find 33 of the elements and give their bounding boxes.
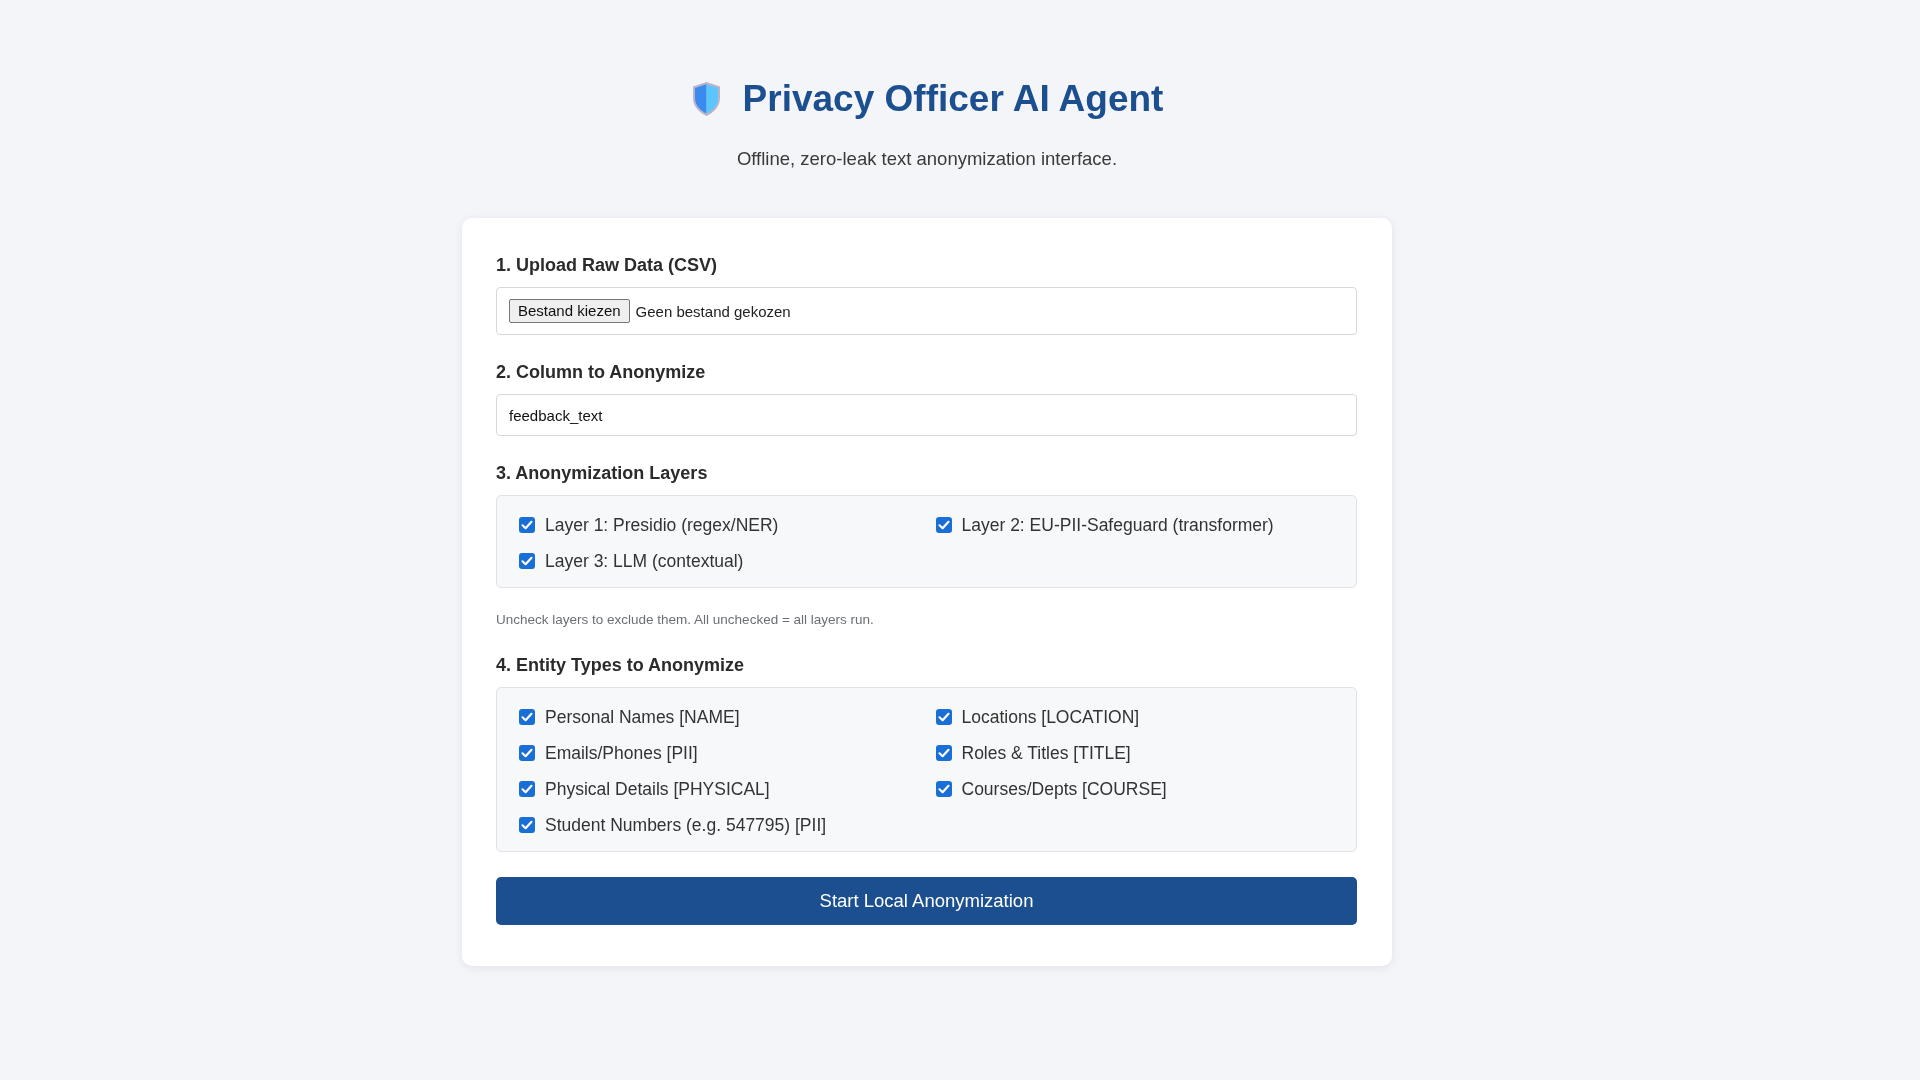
file-status-text: Geen bestand gekozen (635, 302, 791, 320)
checkbox[interactable] (935, 745, 952, 761)
checkbox[interactable] (519, 781, 535, 797)
checkbox-label: Layer 3: LLM (contextual) (545, 550, 744, 572)
checkbox[interactable] (519, 553, 535, 569)
checkbox[interactable] (519, 745, 535, 761)
checkbox[interactable] (519, 709, 535, 725)
checkbox-label: Physical Details [PHYSICAL] (545, 778, 770, 800)
checkbox[interactable] (935, 517, 952, 533)
checkbox-label: Student Numbers (e.g. 547795) [PII] (545, 814, 827, 836)
checkbox[interactable] (935, 781, 952, 797)
checkbox[interactable] (519, 817, 535, 833)
shield-icon (690, 81, 722, 117)
section-label: 3. Anonymization Layers (496, 463, 708, 483)
page-title: Privacy Officer AI Agent (742, 77, 1164, 121)
section-label: 4. Entity Types to Anonymize (496, 655, 745, 675)
checkbox-label: Courses/Depts [COURSE] (961, 778, 1167, 800)
hint-text: Uncheck layers to exclude them. All unchecked = all layers run. (496, 612, 874, 628)
checkbox-label: Personal Names [NAME] (545, 706, 740, 728)
file-upload-field[interactable]: Bestand kiezen Geen bestand gekozen (496, 287, 1357, 335)
subtitle: Offline, zero-leak text anonymization interface. (736, 148, 1118, 170)
checkbox-label: Locations [LOCATION] (961, 706, 1140, 728)
checkbox[interactable] (935, 709, 952, 725)
column-input[interactable]: feedback_text (496, 394, 1357, 436)
checkbox-label: Layer 1: Presidio (regex/NER) (545, 514, 779, 536)
choose-file-button[interactable]: Bestand kiezen (509, 299, 630, 323)
start-button[interactable]: Start Local Anonymization (496, 877, 1357, 925)
section-label: 2. Column to Anonymize (496, 362, 706, 382)
checkbox-label: Layer 2: EU-PII-Safeguard (transformer) (961, 514, 1274, 536)
checkbox-label: Roles & Titles [TITLE] (961, 742, 1131, 764)
section-label: 1. Upload Raw Data (CSV) (496, 255, 718, 275)
checkbox[interactable] (519, 517, 535, 533)
checkbox-label: Emails/Phones [PII] (545, 742, 698, 764)
